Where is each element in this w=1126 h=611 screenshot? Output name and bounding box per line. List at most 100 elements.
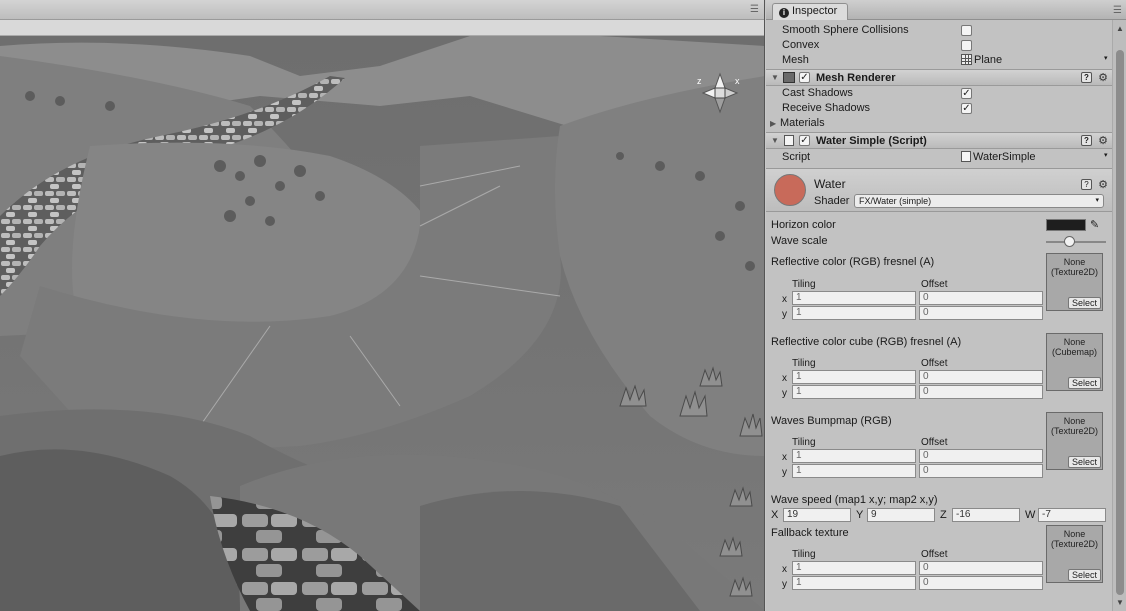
receive-shadows-checkbox[interactable]: ✓ xyxy=(961,103,972,114)
expand-triangle-icon[interactable]: ▶ xyxy=(770,119,776,128)
texture-slot[interactable]: None (Texture2D) Select xyxy=(1046,525,1103,583)
terrain-render xyxy=(0,36,764,611)
wave-w-input[interactable]: -7 xyxy=(1038,508,1106,522)
offset-label: Offset xyxy=(921,279,948,290)
offset-y-input[interactable]: 0 xyxy=(919,464,1043,478)
wave-y-label: Y xyxy=(856,509,864,521)
tiling-x-input[interactable]: 1 xyxy=(792,291,916,305)
scroll-up-icon[interactable]: ▲ xyxy=(1116,24,1124,33)
chevron-down-icon: ▾ xyxy=(1095,197,1099,204)
convex-row: Convex xyxy=(766,38,1112,53)
tiling-x-input[interactable]: 1 xyxy=(792,449,916,463)
water-script-enabled-checkbox[interactable]: ✓ xyxy=(799,135,810,146)
water-script-title: Water Simple (Script) xyxy=(816,135,927,147)
scroll-down-icon[interactable]: ▼ xyxy=(1116,598,1124,607)
tiling-y-input[interactable]: 1 xyxy=(792,306,916,320)
texture-label: Fallback texture xyxy=(771,527,849,539)
scene-gizmo-icon[interactable]: z x xyxy=(697,70,743,116)
gear-icon[interactable]: ⚙ xyxy=(1098,71,1108,84)
tab-inspector[interactable]: i Inspector xyxy=(772,3,849,20)
scroll-thumb[interactable] xyxy=(1116,50,1124,595)
select-button[interactable]: Select xyxy=(1067,569,1101,581)
wave-scale-slider[interactable] xyxy=(1064,236,1075,247)
shader-value: FX/Water (simple) xyxy=(859,196,932,206)
offset-y-input[interactable]: 0 xyxy=(919,576,1043,590)
wave-y-input[interactable]: 9 xyxy=(867,508,935,522)
help-icon[interactable]: ? xyxy=(1081,135,1092,146)
offset-label: Offset xyxy=(921,358,948,369)
gear-icon[interactable]: ⚙ xyxy=(1098,134,1108,147)
smooth-sphere-checkbox[interactable] xyxy=(961,25,972,36)
materials-row[interactable]: ▶ Materials xyxy=(766,116,1112,131)
offset-y-input[interactable]: 0 xyxy=(919,306,1043,320)
tiling-x-input[interactable]: 1 xyxy=(792,561,916,575)
tiling-x-input[interactable]: 1 xyxy=(792,370,916,384)
script-dropdown-arrow-icon[interactable]: ▾ xyxy=(1104,151,1108,159)
water-script-header[interactable]: ▼ ✓ Water Simple (Script) ? ⚙ xyxy=(766,132,1112,149)
inspector-panel: i Inspector ☰ Smooth Sphere Collisions Co… xyxy=(766,0,1126,611)
mesh-renderer-header[interactable]: ▼ ✓ Mesh Renderer ? ⚙ xyxy=(766,69,1112,86)
inspector-menu-icon[interactable]: ☰ xyxy=(1113,5,1122,16)
offset-x-input[interactable]: 0 xyxy=(919,291,1043,305)
texture-slot-line1: None xyxy=(1063,416,1086,426)
offset-y-input[interactable]: 0 xyxy=(919,385,1043,399)
select-button[interactable]: Select xyxy=(1067,377,1101,389)
shader-dropdown[interactable]: FX/Water (simple) ▾ xyxy=(854,194,1104,208)
help-icon[interactable]: ? xyxy=(1081,72,1092,83)
script-label: Script xyxy=(782,151,811,163)
scene-menu-icon[interactable]: ☰ xyxy=(750,4,759,15)
smooth-sphere-row: Smooth Sphere Collisions xyxy=(766,23,1112,38)
help-icon[interactable]: ? xyxy=(1081,179,1092,190)
texture-slot-line1: None xyxy=(1063,257,1086,267)
texture-slot[interactable]: None (Texture2D) Select xyxy=(1046,412,1103,470)
gear-icon[interactable]: ⚙ xyxy=(1098,178,1108,191)
mesh-renderer-enabled-checkbox[interactable]: ✓ xyxy=(799,72,810,83)
mesh-renderer-icon xyxy=(783,72,795,83)
wave-z-input[interactable]: -16 xyxy=(952,508,1020,522)
mesh-field[interactable]: Plane xyxy=(961,54,1002,66)
horizon-color-swatch[interactable] xyxy=(1046,219,1086,231)
convex-label: Convex xyxy=(782,39,820,51)
inspector-scrollbar[interactable]: ▲ ▼ xyxy=(1112,20,1126,611)
cast-shadows-label: Cast Shadows xyxy=(782,87,853,99)
convex-checkbox[interactable] xyxy=(961,40,972,51)
texture-slot-line2: (Texture2D) xyxy=(1050,426,1098,436)
texture-slot-line1: None xyxy=(1063,529,1086,539)
cast-shadows-checkbox[interactable]: ✓ xyxy=(961,88,972,99)
material-name: Water xyxy=(814,177,846,191)
select-button[interactable]: Select xyxy=(1067,456,1101,468)
tiling-y-input[interactable]: 1 xyxy=(792,464,916,478)
wave-x-label: X xyxy=(771,509,779,521)
y-label: y xyxy=(782,309,787,320)
texture-slot[interactable]: None (Cubemap) Select xyxy=(1046,333,1103,391)
horizon-color-label: Horizon color xyxy=(771,219,836,231)
collapse-triangle-icon[interactable]: ▼ xyxy=(771,73,779,82)
wave-x-input[interactable]: 19 xyxy=(783,508,851,522)
receive-shadows-row: Receive Shadows ✓ xyxy=(766,101,1112,116)
texture-slot[interactable]: None (Texture2D) Select xyxy=(1046,253,1103,311)
offset-x-input[interactable]: 0 xyxy=(919,370,1043,384)
texture-slot-line2: (Cubemap) xyxy=(1051,347,1098,357)
script-field[interactable]: WaterSimple xyxy=(961,151,1036,163)
wave-speed-label: Wave speed (map1 x,y; map2 x,y) xyxy=(771,494,938,506)
tiling-y-input[interactable]: 1 xyxy=(792,385,916,399)
script-row: Script WaterSimple ▾ xyxy=(766,150,1112,165)
mesh-renderer-title: Mesh Renderer xyxy=(816,72,896,84)
tiling-label: Tiling xyxy=(792,549,816,560)
eyedropper-icon[interactable]: ✎ xyxy=(1090,218,1099,231)
tab-inspector-label: Inspector xyxy=(792,5,838,17)
offset-x-input[interactable]: 0 xyxy=(919,561,1043,575)
inspector-tab-bar: i Inspector ☰ xyxy=(766,0,1126,20)
tiling-label: Tiling xyxy=(792,437,816,448)
material-preview-swatch xyxy=(774,174,806,206)
offset-x-input[interactable]: 0 xyxy=(919,449,1043,463)
collapse-triangle-icon[interactable]: ▼ xyxy=(771,136,779,145)
script-value: WaterSimple xyxy=(973,151,1036,163)
wave-z-label: Z xyxy=(940,509,947,521)
y-label: y xyxy=(782,467,787,478)
texture-slot-line2: (Texture2D) xyxy=(1050,539,1098,549)
mesh-dropdown-arrow-icon[interactable]: ▾ xyxy=(1104,54,1108,62)
tiling-y-input[interactable]: 1 xyxy=(792,576,916,590)
scene-view[interactable]: ☰ z x xyxy=(0,0,765,611)
select-button[interactable]: Select xyxy=(1067,297,1101,309)
